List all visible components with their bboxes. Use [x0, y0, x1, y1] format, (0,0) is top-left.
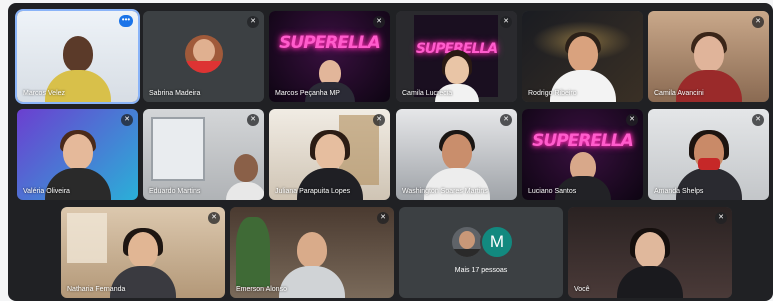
more-participants-tile[interactable]: M Mais 17 pessoas: [399, 207, 563, 298]
mic-off-icon: ✕: [626, 114, 638, 126]
mic-off-icon: ✕: [208, 212, 220, 224]
participant-tile[interactable]: ••• Marcos Velez: [15, 9, 140, 104]
mic-off-icon: ✕: [373, 114, 385, 126]
avatar: [184, 35, 223, 73]
participant-name: Sabrina Madeira: [149, 90, 201, 97]
background-plant: [236, 217, 270, 287]
participant-name: Eduardo Martins: [149, 188, 201, 195]
participant-tile[interactable]: SUPERELLA ✕ Luciano Santos: [522, 109, 643, 200]
participant-figure: [617, 228, 683, 298]
audio-wave-icon: •••: [119, 15, 133, 27]
participant-tile[interactable]: ✕ Sabrina Madeira: [143, 11, 264, 102]
participant-tile[interactable]: Rodrigo Ribeiro: [522, 11, 643, 102]
mic-off-icon: ✕: [247, 114, 259, 126]
mic-off-icon: ✕: [500, 16, 512, 28]
meeting-grid: ••• Marcos Velez ✕ Sabrina Madeira SUPER…: [8, 3, 773, 301]
participant-name: Você: [574, 286, 590, 293]
participant-tile[interactable]: ✕ Eduardo Martins: [143, 109, 264, 200]
participant-name: Washington Soares Martins: [402, 188, 488, 195]
participant-name: Juliana Parapuita Lopes: [275, 188, 351, 195]
participant-figure: [225, 150, 264, 200]
participant-name: Marcos Peçanha MP: [275, 90, 340, 97]
background-window: [67, 213, 107, 263]
participant-name: Rodrigo Ribeiro: [528, 90, 577, 97]
self-view-tile[interactable]: ✕ Você: [568, 207, 732, 298]
mic-off-icon: ✕: [377, 212, 389, 224]
virtual-background-text: SUPERELLA: [279, 33, 381, 53]
participant-name: Camila Lucrecia: [402, 90, 453, 97]
participant-tile[interactable]: SUPERELLA ✕ Marcos Peçanha MP: [269, 11, 390, 102]
avatar-letter: M: [480, 225, 514, 259]
participant-name: Emerson Alonso: [236, 286, 287, 293]
background-window: [151, 117, 205, 181]
participant-name: Luciano Santos: [528, 188, 577, 195]
mic-off-icon: ✕: [247, 16, 259, 28]
mic-off-icon: ✕: [500, 114, 512, 126]
participant-name: Natharia Fernanda: [67, 286, 126, 293]
mic-off-icon: ✕: [121, 114, 133, 126]
participant-tile[interactable]: ✕ Amanda Shelps: [648, 109, 769, 200]
participant-tile[interactable]: ✕ Camila Avancini: [648, 11, 769, 102]
participant-tile[interactable]: SUPERELLA ✕ Camila Lucrecia: [396, 11, 517, 102]
participant-name: Amanda Shelps: [654, 188, 704, 195]
face-mask: [697, 158, 720, 170]
more-participants-avatars: M: [446, 225, 516, 259]
participant-tile[interactable]: ✕ Juliana Parapuita Lopes: [269, 109, 390, 200]
participant-tile[interactable]: ✕ Natharia Fernanda: [61, 207, 225, 298]
participant-tile[interactable]: ✕ Washington Soares Martins: [396, 109, 517, 200]
avatar: [450, 225, 484, 259]
participant-tile[interactable]: ✕ Valéria Oliveira: [17, 109, 138, 200]
mic-off-icon: ✕: [752, 114, 764, 126]
participant-tile[interactable]: ✕ Emerson Alonso: [230, 207, 394, 298]
mic-off-icon: ✕: [752, 16, 764, 28]
mic-off-icon: ✕: [715, 212, 727, 224]
participant-figure: [279, 228, 345, 298]
participant-name: Valéria Oliveira: [23, 188, 70, 195]
mic-off-icon: ✕: [373, 16, 385, 28]
participant-name: Marcos Velez: [23, 90, 66, 97]
more-participants-label: Mais 17 pessoas: [454, 267, 508, 274]
participant-name: Camila Avancini: [654, 90, 704, 97]
